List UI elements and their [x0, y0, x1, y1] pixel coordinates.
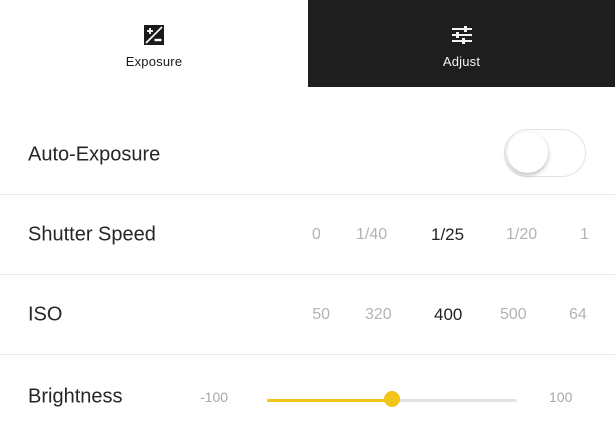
tab-adjust[interactable]: Adjust: [308, 0, 615, 87]
sliders-icon: [450, 24, 474, 46]
brightness-slider-thumb[interactable]: [384, 391, 400, 407]
shutter-speed-label: Shutter Speed: [28, 223, 156, 246]
auto-exposure-label: Auto-Exposure: [28, 143, 161, 166]
shutter-option-selected[interactable]: 1/25: [431, 225, 464, 245]
tab-adjust-label: Adjust: [442, 54, 481, 69]
shutter-option[interactable]: 1: [580, 226, 589, 244]
iso-option[interactable]: 50: [312, 306, 330, 324]
iso-option[interactable]: 320: [365, 306, 392, 324]
brightness-row: Brightness -100 100: [0, 355, 615, 422]
shutter-speed-row: Shutter Speed 0 1/40 1/25 1/20 1: [0, 195, 615, 275]
brightness-min-label: -100: [200, 389, 229, 405]
brightness-slider-fill: [267, 399, 392, 402]
exposure-icon: [143, 24, 165, 46]
brightness-max-label: 100: [549, 389, 573, 405]
tab-exposure-label: Exposure: [125, 54, 183, 69]
auto-exposure-row: Auto-Exposure: [0, 115, 615, 195]
mode-tab-bar: Exposure Adjust: [0, 0, 615, 87]
shutter-option[interactable]: 1/20: [506, 226, 537, 244]
iso-row: ISO 50 320 400 500 64: [0, 275, 615, 355]
iso-label: ISO: [28, 303, 63, 326]
shutter-option[interactable]: 0: [312, 226, 320, 244]
auto-exposure-toggle[interactable]: [504, 129, 586, 177]
toggle-knob: [507, 132, 548, 173]
tab-exposure[interactable]: Exposure: [0, 0, 308, 87]
iso-option-selected[interactable]: 400: [434, 305, 462, 325]
iso-option[interactable]: 500: [500, 306, 527, 324]
iso-option[interactable]: 64: [569, 306, 587, 324]
brightness-label: Brightness: [28, 385, 123, 408]
shutter-option[interactable]: 1/40: [356, 226, 387, 244]
